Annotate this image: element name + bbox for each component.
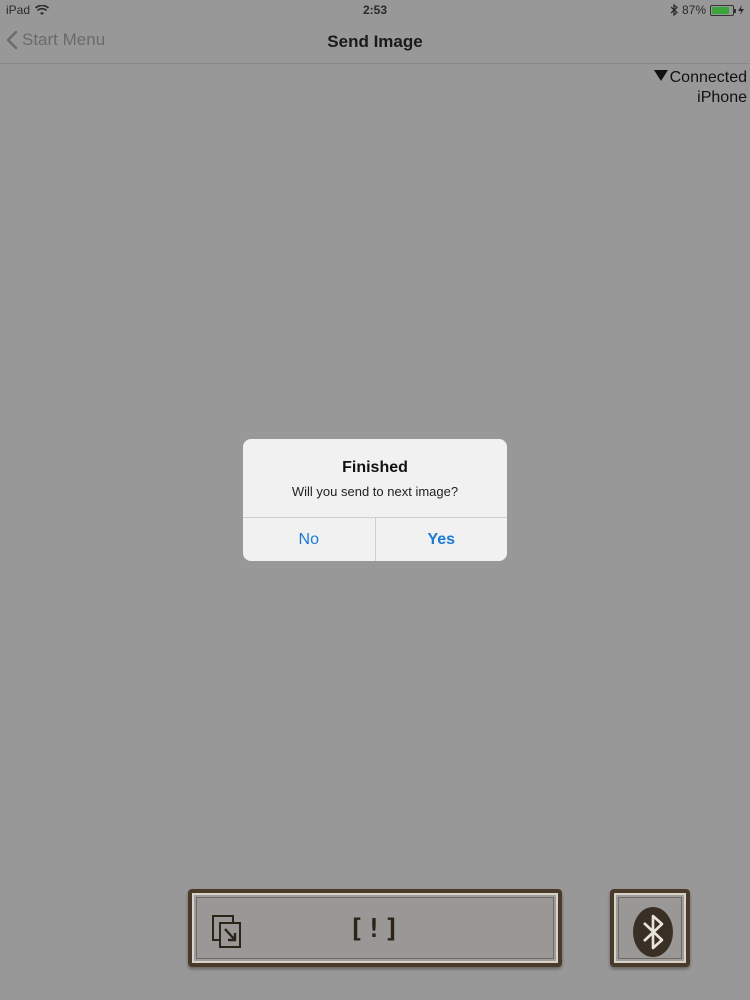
bluetooth-button-panel (618, 897, 682, 959)
no-button[interactable]: No (243, 518, 375, 561)
connection-status-line: Connected (653, 68, 747, 88)
bluetooth-button[interactable] (610, 889, 690, 967)
error-button[interactable]: [!] (188, 889, 562, 967)
status-bar: iPad 2:53 87% (0, 0, 750, 20)
bluetooth-icon (633, 907, 673, 957)
connection-status[interactable]: Connected iPhone (653, 68, 747, 108)
alert-message: Will you send to next image? (291, 484, 459, 499)
connected-device-label: iPhone (697, 89, 747, 106)
status-time: 2:53 (362, 3, 388, 17)
alert-dialog: Finished Will you send to next image? No… (243, 439, 507, 561)
connection-status-label: Connected (669, 69, 747, 86)
alert-title: Finished (342, 459, 408, 476)
status-right: 87% (670, 3, 744, 17)
yes-button[interactable]: Yes (374, 518, 508, 561)
bluetooth-icon (670, 4, 678, 16)
page-title: Send Image (327, 32, 423, 51)
error-button-panel: [!] (196, 897, 554, 959)
triangle-down-icon (653, 70, 668, 81)
charging-icon (738, 5, 744, 15)
error-label: [!] (348, 914, 402, 944)
battery-fill (712, 6, 730, 14)
alert-buttons: No Yes (243, 517, 507, 561)
battery-percent: 87% (681, 3, 706, 17)
battery-icon (710, 4, 736, 16)
navigation-bar: Start Menu Send Image (0, 20, 750, 64)
